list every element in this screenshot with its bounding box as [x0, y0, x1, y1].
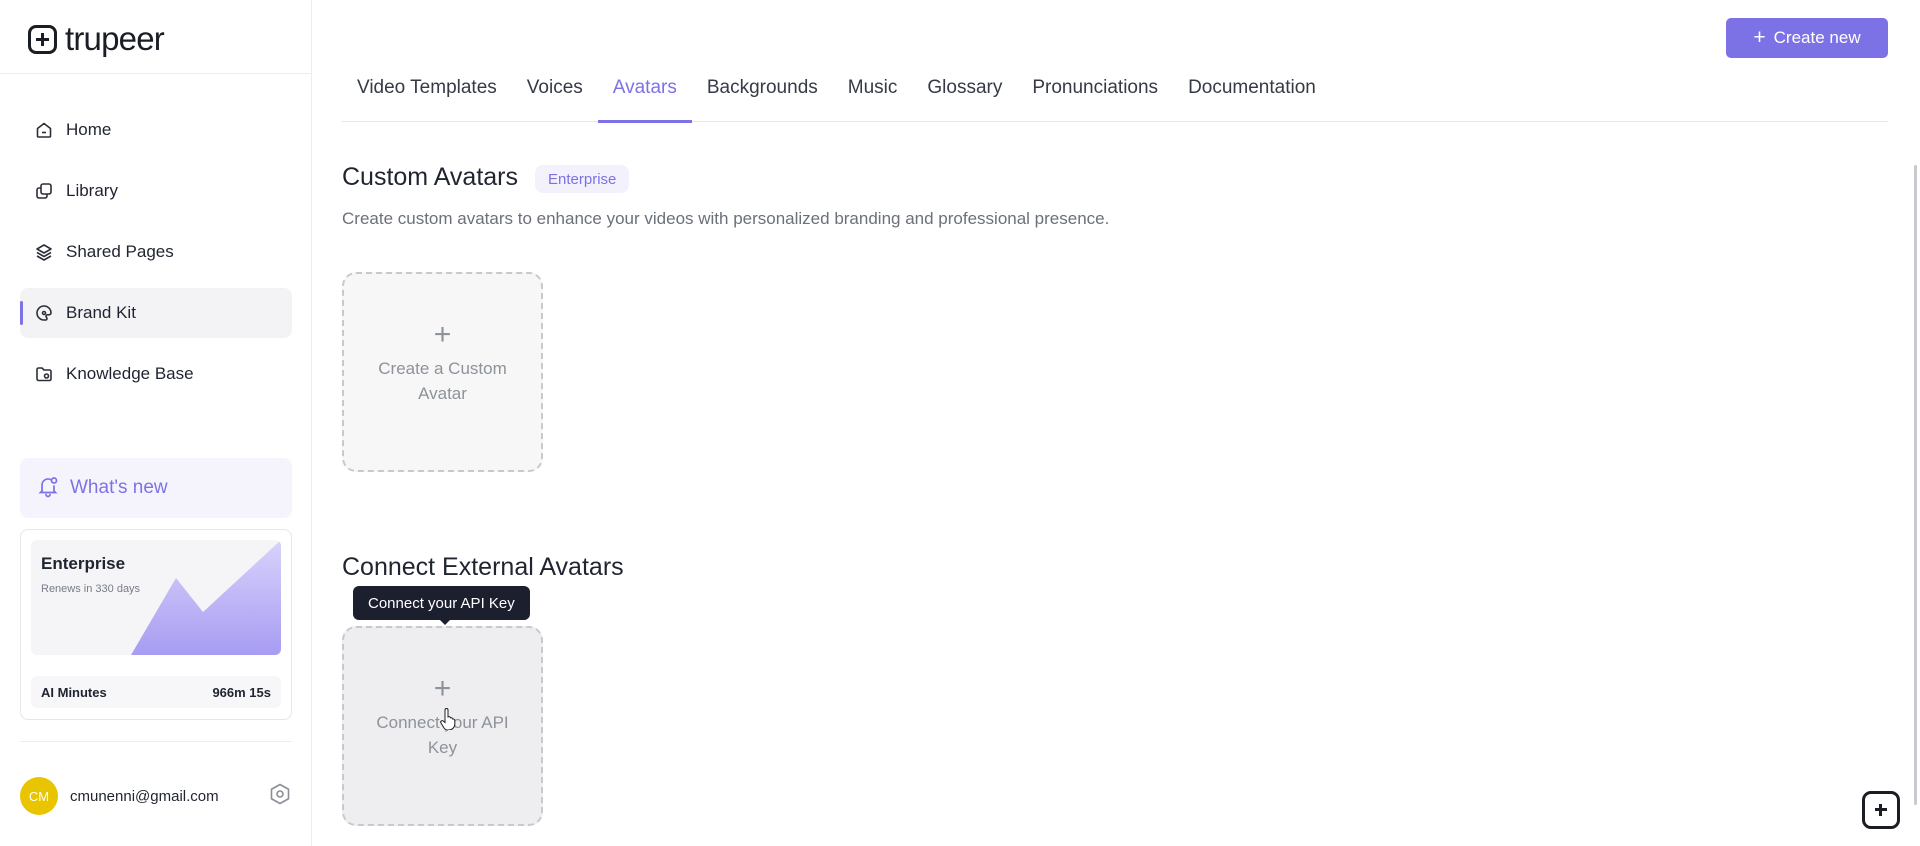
sidebar-nav: Home Library Shared Pages Brand Kit Know…: [20, 105, 292, 410]
custom-avatars-title: Custom Avatars: [342, 163, 519, 191]
plan-name: Enterprise: [41, 554, 126, 573]
tooltip: Connect your API Key: [353, 586, 530, 625]
enterprise-badge: Enterprise: [535, 165, 630, 193]
plan-card: Enterprise Renews in 330 days AI Minutes…: [20, 529, 292, 720]
library-icon: [34, 181, 54, 201]
plan-decoration: [131, 540, 281, 655]
user-email: cmunenni@gmail.com: [70, 787, 219, 805]
ai-minutes-row: AI Minutes 966m 15s: [31, 676, 281, 708]
whats-new-button[interactable]: What's new: [20, 458, 292, 518]
logo-text: trupeer: [65, 20, 165, 57]
avatar[interactable]: CM: [20, 777, 58, 815]
sidebar-item-label: Knowledge Base: [66, 364, 194, 383]
sidebar-item-library[interactable]: Library: [20, 166, 292, 216]
create-custom-avatar-card[interactable]: + Create a Custom Avatar: [342, 272, 543, 472]
sidebar-item-brand-kit[interactable]: Brand Kit: [20, 288, 292, 338]
create-new-button[interactable]: + Create new: [1726, 18, 1888, 58]
ai-minutes-label: AI Minutes: [41, 684, 107, 700]
brand-kit-icon: [34, 303, 54, 323]
card-label: Create a Custom Avatar: [378, 359, 507, 403]
sidebar-item-label: Brand Kit: [66, 303, 136, 322]
sidebar-item-shared-pages[interactable]: Shared Pages: [20, 227, 292, 277]
tab-video-templates[interactable]: Video Templates: [342, 72, 512, 122]
logo-icon: [28, 24, 57, 54]
tab-avatars[interactable]: Avatars: [597, 72, 692, 123]
sidebar-item-label: Shared Pages: [66, 242, 174, 261]
create-new-label: Create new: [1773, 28, 1861, 47]
sidebar-item-label: Home: [66, 120, 112, 139]
plus-icon: +: [433, 318, 452, 351]
bell-icon: [36, 474, 60, 503]
tab-pronunciations[interactable]: Pronunciations: [1017, 72, 1173, 122]
plan-renewal: Renews in 330 days: [41, 583, 141, 595]
tab-documentation[interactable]: Documentation: [1173, 72, 1331, 122]
tab-glossary[interactable]: Glossary: [912, 72, 1017, 122]
sidebar: trupeer Home Library Shared Pages Brand: [0, 0, 312, 846]
logo[interactable]: trupeer: [28, 20, 165, 58]
settings-icon[interactable]: [268, 782, 292, 811]
plus-icon: +: [433, 672, 452, 705]
sidebar-item-label: Library: [66, 181, 118, 200]
help-widget-button[interactable]: [1862, 791, 1900, 829]
tab-music[interactable]: Music: [833, 72, 913, 122]
home-icon: [34, 120, 54, 140]
scrollbar[interactable]: [1914, 165, 1917, 805]
sidebar-item-knowledge-base[interactable]: Knowledge Base: [20, 349, 292, 399]
plan-banner: Enterprise Renews in 330 days: [31, 540, 281, 655]
external-avatars-title: Connect External Avatars: [342, 553, 624, 581]
folder-icon: [34, 364, 54, 384]
sidebar-divider: [20, 741, 292, 742]
whats-new-label: What's new: [70, 477, 168, 498]
tab-bar: Video Templates Voices Avatars Backgroun…: [342, 72, 1888, 123]
ai-minutes-value: 966m 15s: [212, 684, 271, 700]
sidebar-divider: [0, 73, 312, 74]
custom-avatars-description: Create custom avatars to enhance your vi…: [342, 209, 1110, 228]
plus-icon: +: [1753, 25, 1766, 49]
tab-voices[interactable]: Voices: [512, 72, 598, 122]
hand-cursor-icon: [440, 708, 456, 730]
tab-backgrounds[interactable]: Backgrounds: [692, 72, 833, 122]
sidebar-item-home[interactable]: Home: [20, 105, 292, 155]
user-profile[interactable]: CM cmunenni@gmail.com: [20, 776, 292, 816]
main-content: + Create new Video Templates Voices Avat…: [313, 0, 1920, 846]
layers-icon: [34, 242, 54, 262]
